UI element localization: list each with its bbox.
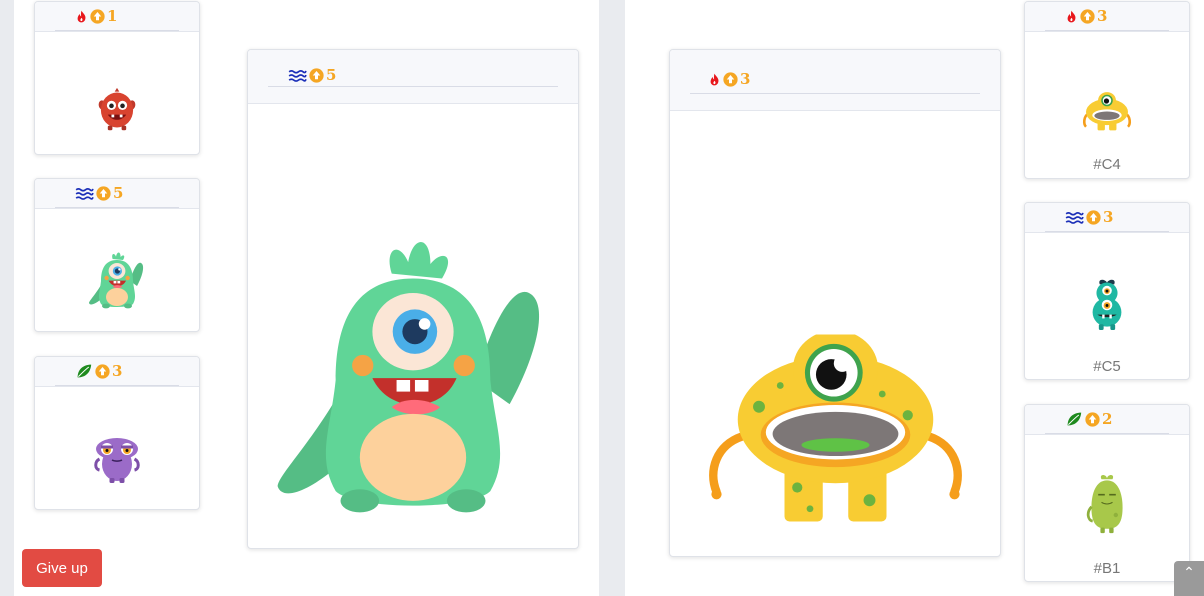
left-monster-card-3[interactable]: 3: [34, 356, 200, 510]
card-stats: 3: [75, 362, 122, 380]
monster-level: 3: [112, 362, 123, 380]
right-monster-card-c5[interactable]: 3 #C5: [1024, 202, 1190, 380]
fire-icon: [1065, 9, 1078, 24]
monster-level: 3: [740, 70, 751, 88]
left-monster-card-2[interactable]: 5: [34, 178, 200, 332]
water-icon: [75, 187, 94, 200]
card-stats: 2: [1065, 410, 1112, 428]
right-monster-card-c4[interactable]: 3 #C4: [1024, 1, 1190, 179]
scroll-top-button[interactable]: ⌃: [1174, 561, 1204, 596]
card-stats: 3: [1065, 208, 1113, 226]
teal-two-eyed-monster-image: [1083, 275, 1131, 335]
water-icon: [288, 69, 307, 82]
level-up-icon: [309, 68, 324, 83]
header-divider: [55, 207, 179, 208]
monster-level: 5: [113, 184, 124, 202]
right-selected-monster-card[interactable]: 3: [669, 49, 1001, 557]
purple-monster-image: [92, 431, 142, 487]
green-cyclops-large-image: [268, 235, 558, 525]
monster-level: 3: [1103, 208, 1114, 226]
level-up-icon: [90, 9, 105, 24]
level-up-icon: [96, 186, 111, 201]
header-divider: [55, 30, 179, 31]
header-divider: [268, 86, 558, 87]
monster-code: #C5: [1093, 358, 1121, 375]
water-icon: [1065, 211, 1084, 224]
chevron-up-icon: ⌃: [1183, 564, 1195, 580]
monster-code: #C4: [1093, 156, 1121, 173]
level-up-icon: [723, 72, 738, 87]
left-selected-monster-card[interactable]: 5: [247, 49, 579, 549]
leaf-icon: [1065, 411, 1083, 427]
card-stats: 5: [288, 66, 336, 84]
level-up-icon: [95, 364, 110, 379]
header-divider: [1045, 231, 1169, 232]
header-divider: [1045, 30, 1169, 31]
level-up-icon: [1086, 210, 1101, 225]
level-up-icon: [1080, 9, 1095, 24]
card-stats: 3: [708, 70, 750, 88]
monster-level: 1: [107, 7, 118, 25]
left-monster-card-1[interactable]: 1: [34, 1, 200, 155]
fire-icon: [75, 9, 88, 24]
fire-icon: [708, 72, 721, 87]
yellow-cyclops-large-image: [708, 330, 963, 526]
yellow-cyclops-image: [1080, 90, 1134, 132]
monster-level: 3: [1097, 7, 1108, 25]
leaf-icon: [75, 363, 93, 379]
right-monster-card-b1[interactable]: 2 #B1: [1024, 404, 1190, 582]
level-up-icon: [1085, 412, 1100, 427]
monster-code: #B1: [1093, 560, 1121, 577]
monster-level: 5: [326, 66, 337, 84]
card-stats: 1: [75, 7, 117, 25]
monster-level: 2: [1102, 410, 1113, 428]
header-divider: [55, 385, 179, 386]
green-cyclops-image: [87, 251, 147, 311]
red-monster-image: [94, 86, 140, 134]
card-stats: 5: [75, 184, 123, 202]
header-divider: [690, 93, 980, 94]
card-stats: 3: [1065, 7, 1107, 25]
give-up-button[interactable]: Give up: [22, 549, 102, 587]
lime-monster-image: [1085, 473, 1129, 535]
header-divider: [1045, 433, 1169, 434]
